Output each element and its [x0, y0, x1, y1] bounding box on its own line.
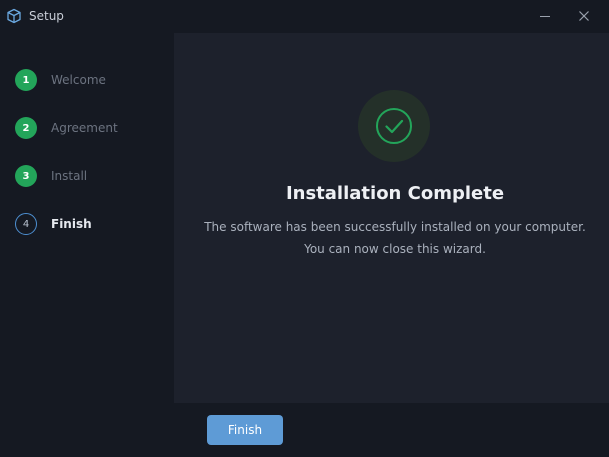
- step-install[interactable]: 3 Install: [15, 164, 87, 188]
- step-number-badge: 2: [15, 117, 37, 139]
- step-label: Install: [51, 169, 88, 183]
- success-badge: [358, 90, 430, 162]
- finish-button[interactable]: Finish: [207, 415, 283, 445]
- completion-message: The software has been successfully insta…: [204, 220, 586, 234]
- window-title: Setup: [29, 9, 64, 23]
- footer-bar: Finish: [174, 403, 609, 457]
- cube-icon: [7, 8, 21, 24]
- title-bar: Setup: [0, 0, 609, 33]
- step-label: Finish: [51, 217, 92, 231]
- step-agreement[interactable]: 2 Agreement: [15, 116, 118, 140]
- content-panel: Installation Complete The software has b…: [174, 33, 609, 403]
- page-title: Installation Complete: [285, 183, 505, 204]
- check-circle-icon: [376, 108, 412, 144]
- step-finish[interactable]: 4 Finish: [15, 212, 92, 236]
- step-number-badge: 1: [15, 69, 37, 91]
- step-label: Welcome: [51, 73, 106, 87]
- step-welcome[interactable]: 1 Welcome: [15, 68, 106, 92]
- step-label: Agreement: [51, 121, 118, 135]
- setup-window: Setup 1 Welcome 2 Agreement 3 Install 4 …: [0, 0, 609, 457]
- steps-sidebar: 1 Welcome 2 Agreement 3 Install 4 Finish: [0, 33, 174, 457]
- close-instruction: You can now close this wizard.: [304, 242, 486, 256]
- step-number-badge: 4: [15, 213, 37, 235]
- minimize-icon: [540, 16, 550, 17]
- close-icon: [579, 11, 589, 21]
- close-button[interactable]: [564, 0, 604, 32]
- minimize-button[interactable]: [525, 0, 565, 32]
- step-number-badge: 3: [15, 165, 37, 187]
